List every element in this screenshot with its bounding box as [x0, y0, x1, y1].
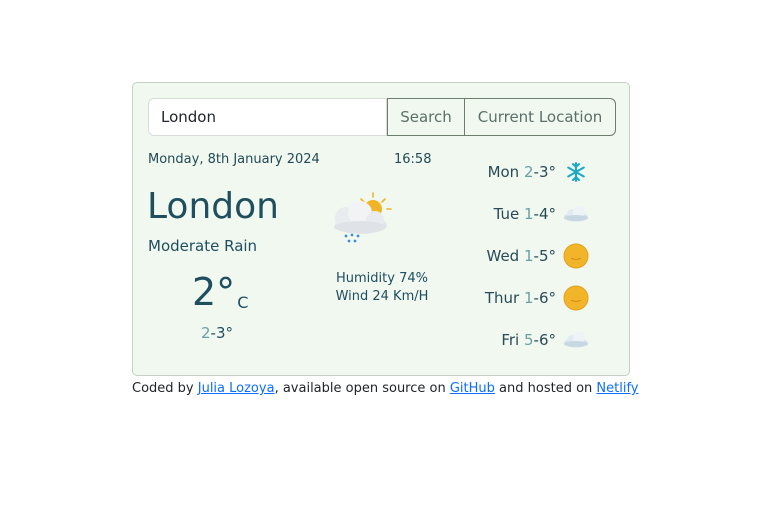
forecast-day: Mon 2-3° — [473, 157, 598, 187]
forecast-day: Fri 5-6° — [473, 325, 598, 355]
range-min: 2 — [201, 324, 211, 342]
forecast-day: Tue 1-4° — [473, 199, 598, 229]
cloud-icon — [564, 206, 588, 222]
footer-middle: , available open source on — [274, 381, 450, 396]
forecast-text: Tue 1-4° — [494, 205, 556, 223]
current-date: Monday, 8th January 2024 — [148, 152, 320, 167]
temperature-range: 2-3° — [201, 324, 233, 342]
github-link[interactable]: GitHub — [450, 381, 495, 396]
search-button[interactable]: Search — [387, 98, 464, 136]
temperature-value: 2° — [192, 270, 236, 314]
forecast-min: 2 — [523, 163, 534, 181]
cloud-sun-rain-icon — [334, 192, 392, 243]
forecast-min: 5 — [523, 331, 534, 349]
search-form: Search Current Location — [148, 98, 616, 136]
weather-description: Moderate Rain — [148, 237, 258, 255]
author-link[interactable]: Julia Lozoya — [198, 381, 275, 396]
forecast-min: 1 — [523, 205, 534, 223]
city-name: London — [147, 186, 279, 227]
current-location-button[interactable]: Current Location — [464, 98, 616, 136]
forecast-text: Mon 2-3° — [488, 163, 556, 181]
forecast-min: 1 — [523, 289, 534, 307]
forecast-day-name: Wed — [486, 247, 520, 265]
footer-hosted: and hosted on — [494, 381, 597, 396]
footer: Coded by Julia Lozoya, available open so… — [132, 381, 639, 396]
forecast-text: Wed 1-5° — [487, 247, 557, 265]
humidity: Humidity 74% — [336, 271, 428, 286]
forecast-max: -6° — [533, 331, 556, 349]
forecast-day-name: Mon — [487, 163, 520, 181]
current-temperature: 2° C — [192, 273, 248, 312]
current-time: 16:58 — [394, 152, 432, 167]
range-max: -3° — [210, 324, 234, 342]
forecast-max: -3° — [533, 163, 556, 181]
sun-icon — [563, 285, 589, 311]
forecast-max: -4° — [533, 205, 556, 223]
footer-prefix: Coded by — [132, 381, 198, 396]
forecast-text: Fri 5-6° — [501, 331, 556, 349]
netlify-link[interactable]: Netlify — [596, 381, 638, 396]
wind-speed: Wind 24 Km/H — [335, 289, 429, 304]
sun-icon — [563, 243, 589, 269]
cloud-icon — [564, 332, 588, 348]
weather-card: Search Current Location Monday, 8th Janu… — [132, 82, 630, 376]
temperature-unit[interactable]: C — [237, 293, 248, 312]
forecast-day-name: Thur — [484, 289, 520, 307]
forecast-day-name: Fri — [501, 331, 520, 349]
forecast-max: -5° — [533, 247, 556, 265]
forecast-day: Thur 1-6° — [473, 283, 598, 313]
forecast-day: Wed 1-5° — [473, 241, 598, 271]
city-search-input[interactable] — [148, 98, 387, 136]
forecast-max: -6° — [533, 289, 556, 307]
forecast-min: 1 — [523, 247, 534, 265]
forecast-day-name: Tue — [493, 205, 520, 223]
snowflake-icon — [567, 162, 585, 182]
forecast-text: Thur 1-6° — [485, 289, 556, 307]
